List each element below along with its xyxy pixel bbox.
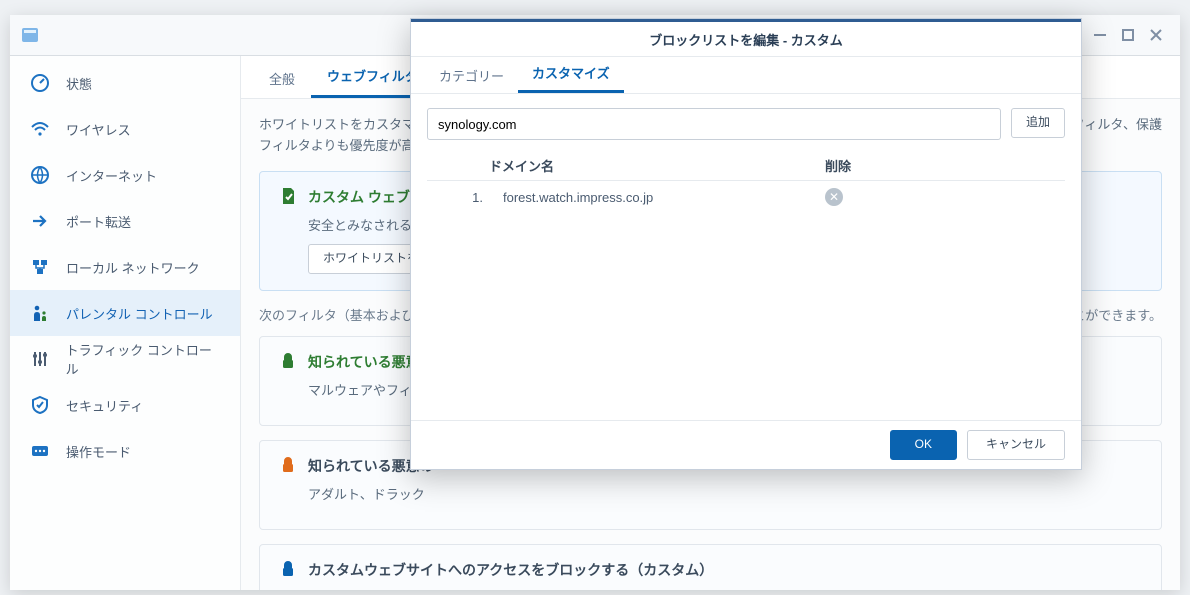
col-delete: 削除 [819,156,1065,175]
sidebar-item-local-network[interactable]: ローカル ネットワーク [10,244,240,290]
add-domain-button[interactable]: 追加 [1011,108,1065,138]
app-icon [20,25,40,45]
sidebar-item-label: トラフィック コントロール [66,340,222,378]
file-check-icon [278,186,298,209]
card-subtitle: アダルト、ドラック [308,484,1143,503]
parental-icon [28,303,52,323]
sidebar-item-wireless[interactable]: ワイヤレス [10,106,240,152]
sidebar-item-parental-control[interactable]: パレンタル コントロール [10,290,240,336]
shield-icon [28,395,52,415]
domain-table-header: ドメイン名 削除 [427,150,1065,181]
globe-icon [28,165,52,185]
modal-title: ブロックリストを編集 - カスタム [411,19,1081,57]
sidebar-item-label: 状態 [66,74,92,93]
tab-general[interactable]: 全般 [253,59,311,98]
sidebar-item-label: セキュリティ [66,396,143,415]
row-domain: forest.watch.impress.co.jp [497,190,819,205]
close-button[interactable] [1142,21,1170,49]
mode-icon [28,441,52,461]
ok-button[interactable]: OK [890,430,957,460]
modal-footer: OK キャンセル [411,420,1081,469]
lan-icon [28,257,52,277]
sidebar-item-status[interactable]: 状態 [10,60,240,106]
delete-row-button[interactable]: ✕ [825,188,843,206]
custom-block-card: カスタムウェブサイトへのアクセスをブロックする（カスタム） カスタマイズしたウェ… [259,544,1162,590]
card-subtitle: カスタマイズしたウェブサイトのカテゴリーと URL をブロックします。 [308,588,1143,590]
blocklist-modal: ブロックリストを編集 - カスタム カテゴリー カスタマイズ 追加 ドメイン名 … [410,18,1082,470]
lock-green-icon [278,351,298,374]
sidebar-item-security[interactable]: セキュリティ [10,382,240,428]
col-domain: ドメイン名 [483,156,819,175]
sidebar-item-label: ワイヤレス [66,120,131,139]
maximize-button[interactable] [1114,21,1142,49]
modal-tab-customize[interactable]: カスタマイズ [518,55,624,93]
sidebar-item-internet[interactable]: インターネット [10,152,240,198]
lock-blue-icon [278,559,298,582]
sliders-icon [28,349,52,369]
sidebar-item-label: ローカル ネットワーク [66,258,200,277]
forward-icon [28,211,52,231]
sidebar-item-traffic-control[interactable]: トラフィック コントロール [10,336,240,382]
minimize-button[interactable] [1086,21,1114,49]
cancel-button[interactable]: キャンセル [967,430,1065,460]
domain-input[interactable] [427,108,1001,140]
modal-tabs: カテゴリー カスタマイズ [411,57,1081,94]
gauge-icon [28,73,52,93]
sidebar: 状態 ワイヤレス インターネット ポート転送 ローカル ネットワーク パレンタル… [10,56,241,590]
row-index: 1. [427,190,497,205]
sidebar-item-operation-mode[interactable]: 操作モード [10,428,240,474]
modal-tab-category[interactable]: カテゴリー [425,58,518,93]
sidebar-item-label: ポート転送 [66,212,131,231]
lock-orange-icon [278,455,298,478]
sidebar-item-label: パレンタル コントロール [66,304,213,323]
sidebar-item-label: インターネット [66,166,157,185]
sidebar-item-port-forward[interactable]: ポート転送 [10,198,240,244]
table-row: 1. forest.watch.impress.co.jp ✕ [427,181,1065,213]
sidebar-item-label: 操作モード [66,442,131,461]
card-title: カスタムウェブサイトへのアクセスをブロックする（カスタム） [308,560,713,580]
wifi-icon [28,119,52,139]
